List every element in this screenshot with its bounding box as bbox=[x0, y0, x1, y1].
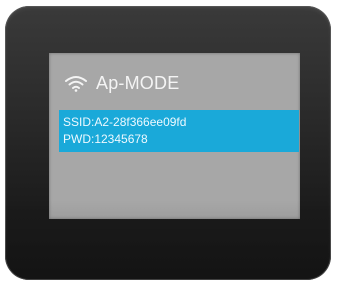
mode-title: Ap-MODE bbox=[96, 72, 180, 93]
device-body: Ap-MODE SSID:A2-28f366ee09fd PWD:1234567… bbox=[5, 6, 331, 280]
ssid-text: SSID:A2-28f366ee09fd bbox=[63, 115, 187, 129]
device-photo: Ap-MODE SSID:A2-28f366ee09fd PWD:1234567… bbox=[0, 0, 337, 284]
lcd-screen: Ap-MODE SSID:A2-28f366ee09fd PWD:1234567… bbox=[49, 53, 300, 219]
password-text: PWD:12345678 bbox=[63, 132, 148, 146]
credentials-box: SSID:A2-28f366ee09fd PWD:12345678 bbox=[59, 110, 299, 152]
title-row: Ap-MODE bbox=[64, 73, 179, 93]
wifi-icon bbox=[64, 74, 88, 92]
